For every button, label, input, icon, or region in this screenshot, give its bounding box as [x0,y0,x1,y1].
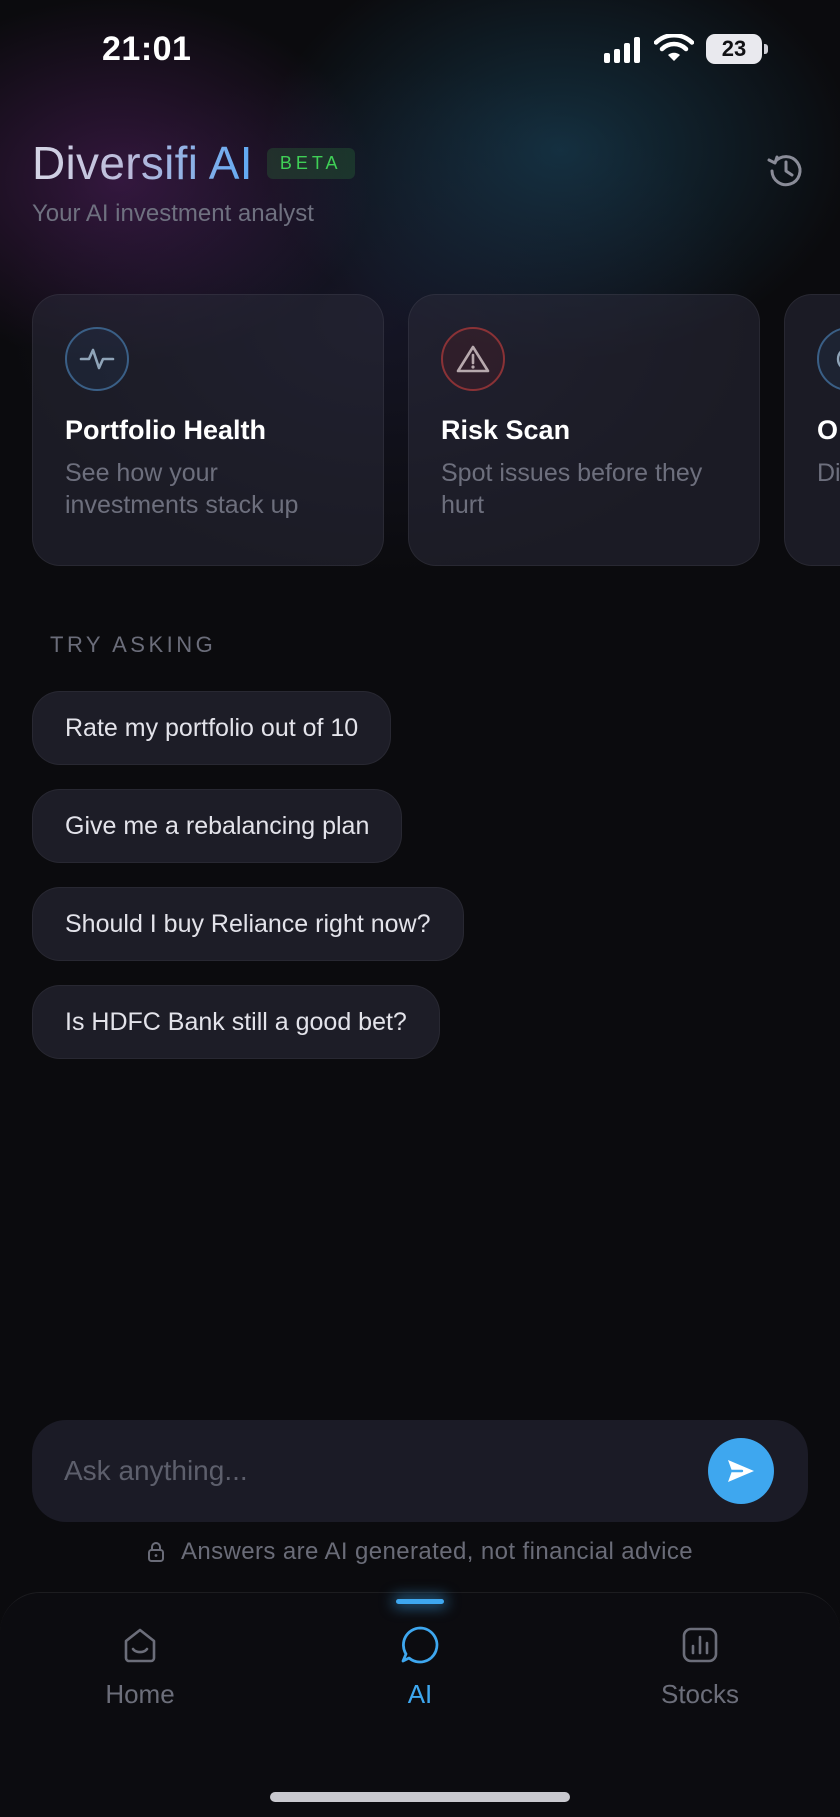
page-subtitle: Your AI investment analyst [32,200,314,227]
page-title: Diversifi AI [32,137,253,189]
suggestion-chip[interactable]: Give me a rebalancing plan [32,789,403,863]
battery-icon: 23 [706,34,768,64]
status-bar: 21:01 23 [0,0,840,100]
disclaimer: Answers are AI generated, not financial … [0,1538,840,1566]
suggestion-chip[interactable]: Is HDFC Bank still a good bet? [32,985,440,1059]
card-risk-scan[interactable]: Risk Scan Spot issues before they hurt [408,294,760,566]
home-indicator [270,1792,570,1802]
status-time: 21:01 [102,30,192,68]
home-icon [118,1623,162,1667]
card-description: Spot issues before they hurt [441,459,703,519]
pulse-icon [65,327,129,391]
header: Diversifi AI BETA Your AI investment ana… [32,136,812,236]
send-icon [728,1460,754,1482]
tab-label: Home [105,1679,175,1709]
tab-label: Stocks [660,1679,740,1709]
title-row: Diversifi AI BETA [32,136,812,190]
tab-stocks[interactable]: Stocks [620,1623,780,1733]
card-partial[interactable]: O Di tr [784,294,840,566]
cellular-signal-icon [604,35,640,63]
status-icons: 23 [604,34,768,64]
chart-icon [678,1623,722,1667]
card-description: See how your investments stack up [65,459,299,519]
tab-label: AI [407,1679,433,1709]
tab-ai[interactable]: AI [340,1623,500,1733]
clock-icon [817,327,840,391]
wifi-icon [654,34,694,61]
active-tab-indicator [396,1599,444,1604]
beta-badge: BETA [266,147,355,179]
ask-input[interactable] [64,1446,664,1496]
card-title: Risk Scan [441,415,571,445]
card-portfolio-health[interactable]: Portfolio Health See how your investment… [32,294,384,566]
chat-bubble-icon [398,1623,442,1667]
send-button[interactable] [708,1438,774,1504]
card-title: Portfolio Health [65,415,266,445]
tab-bar: Home AI Stocks [0,1592,840,1817]
try-asking-label: TRY ASKING [50,632,217,657]
ask-bar [32,1420,808,1522]
ai-screen: 21:01 23 Diversifi AI BETA Your AI inves… [0,0,840,1817]
warning-icon [441,327,505,391]
feature-cards: Portfolio Health See how your investment… [32,294,840,568]
suggestion-chip[interactable]: Rate my portfolio out of 10 [32,691,392,765]
suggestion-chip[interactable]: Should I buy Reliance right now? [32,887,464,961]
card-title: O [817,415,839,445]
tab-home[interactable]: Home [60,1623,220,1733]
lock-icon [147,1542,164,1562]
history-icon [767,155,802,187]
card-description: Di tr [817,459,840,487]
history-button[interactable] [764,148,808,192]
disclaimer-text: Answers are AI generated, not financial … [180,1538,694,1565]
